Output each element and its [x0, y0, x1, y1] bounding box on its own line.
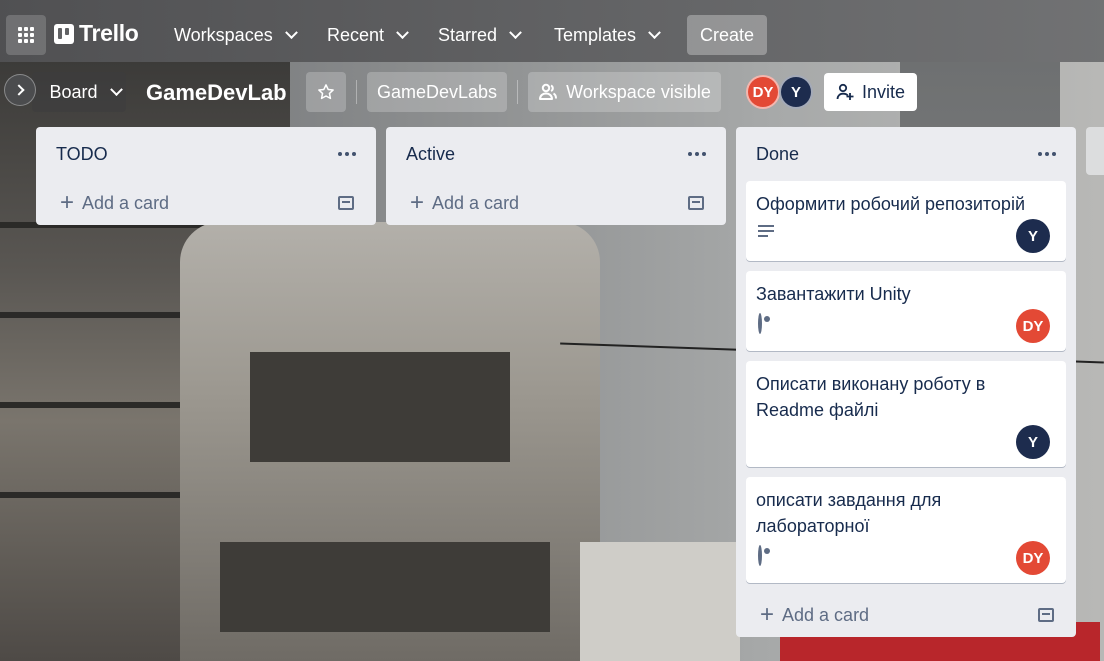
logo-text: Trello: [79, 20, 139, 46]
card[interactable]: описати завдання для лабораторної DY: [746, 477, 1066, 583]
list-title[interactable]: Active: [406, 144, 455, 165]
card-member-avatar[interactable]: Y: [1016, 219, 1050, 253]
board-view-label: Board: [49, 81, 98, 102]
chevron-down-icon: [509, 25, 522, 39]
list-header: TODO: [46, 127, 366, 181]
template-icon[interactable]: [1038, 608, 1054, 622]
template-icon[interactable]: [338, 196, 354, 210]
card-badges: Y: [756, 219, 1056, 253]
list-header: Done: [746, 127, 1066, 181]
trello-logo-icon: [54, 23, 74, 44]
nav-workspaces[interactable]: Workspaces: [168, 17, 302, 53]
list-header: Active: [396, 127, 716, 181]
card-badges: DY: [756, 309, 1056, 343]
add-card-row: + Add a card: [46, 181, 366, 225]
create-button[interactable]: Create: [687, 15, 767, 55]
card[interactable]: Оформити робочий репозиторій Y: [746, 181, 1066, 261]
star-icon: [318, 84, 334, 100]
sidebar-expand-button[interactable]: [4, 74, 36, 106]
card-title: Завантажити Unity: [756, 284, 911, 304]
card[interactable]: Описати виконану роботу в Readme файлі Y: [746, 361, 1066, 467]
card-member-avatar[interactable]: Y: [1016, 425, 1050, 459]
grid-icon: [18, 27, 34, 43]
background-building-mid: [180, 222, 600, 661]
invite-button[interactable]: Invite: [824, 73, 917, 111]
template-icon[interactable]: [688, 196, 704, 210]
add-card-button[interactable]: + Add a card: [760, 603, 869, 627]
add-person-icon: [836, 83, 854, 100]
people-icon: [539, 83, 558, 100]
add-card-row: + Add a card: [396, 181, 716, 225]
list-done: Done Оформити робочий репозиторій Y Зава…: [736, 127, 1076, 637]
background-building-right: [580, 542, 740, 661]
nav-starred[interactable]: Starred: [432, 17, 526, 53]
visibility-label: Workspace visible: [566, 81, 711, 102]
plus-icon: +: [60, 189, 75, 216]
header-divider: [517, 80, 518, 104]
card[interactable]: Завантажити Unity DY: [746, 271, 1066, 351]
member-avatar-y[interactable]: Y: [779, 75, 813, 109]
nav-templates-label: Templates: [554, 24, 637, 45]
chevron-right-icon: [12, 84, 25, 96]
chevron-down-icon: [284, 25, 298, 39]
chevron-down-icon: [396, 25, 409, 39]
add-card-label: Add a card: [782, 604, 870, 625]
plus-icon: +: [410, 189, 425, 216]
card-member-avatar[interactable]: DY: [1016, 309, 1050, 343]
invite-label: Invite: [861, 81, 906, 102]
card-badges: Y: [756, 425, 1056, 459]
chevron-down-icon: [109, 82, 123, 96]
nav-templates[interactable]: Templates: [548, 17, 665, 53]
list-title[interactable]: TODO: [56, 144, 108, 165]
add-card-button[interactable]: + Add a card: [60, 191, 169, 215]
board-view-switcher[interactable]: Board: [32, 72, 126, 112]
card-title: описати завдання для лабораторної: [756, 490, 942, 536]
member-avatar-dy[interactable]: DY: [746, 75, 780, 109]
visibility-button[interactable]: Workspace visible: [528, 72, 721, 112]
add-card-row: + Add a card: [746, 593, 1066, 637]
next-list-edge: [1086, 127, 1104, 175]
star-board-button[interactable]: [306, 72, 346, 112]
app-switcher-button[interactable]: [6, 15, 46, 55]
list-title[interactable]: Done: [756, 144, 799, 165]
nav-recent-label: Recent: [327, 24, 385, 45]
description-icon: [758, 225, 774, 237]
more-icon[interactable]: [1038, 152, 1056, 156]
card-title: Оформити робочий репозиторій: [756, 194, 1025, 214]
plus-icon: +: [760, 601, 775, 628]
add-card-button[interactable]: + Add a card: [410, 191, 519, 215]
nav-workspaces-label: Workspaces: [174, 24, 273, 45]
eye-icon: [758, 545, 762, 566]
list-todo: TODO + Add a card: [36, 127, 376, 225]
add-card-label: Add a card: [82, 192, 170, 213]
add-card-label: Add a card: [432, 192, 520, 213]
workspace-button[interactable]: GameDevLabs: [367, 72, 507, 112]
nav-recent[interactable]: Recent: [321, 17, 413, 53]
board-title[interactable]: GameDevLab: [146, 80, 287, 106]
trello-logo[interactable]: Trello: [54, 20, 139, 47]
card-badges: DY: [756, 541, 1056, 575]
card-member-avatar[interactable]: DY: [1016, 541, 1050, 575]
card-title: Описати виконану роботу в Readme файлі: [756, 374, 986, 420]
more-icon[interactable]: [338, 152, 356, 156]
top-nav: Trello Workspaces Recent Starred Templat…: [0, 0, 1104, 62]
eye-icon: [758, 313, 762, 334]
more-icon[interactable]: [688, 152, 706, 156]
nav-starred-label: Starred: [438, 24, 498, 45]
header-divider: [356, 80, 357, 104]
chevron-down-icon: [648, 25, 661, 39]
list-active: Active + Add a card: [386, 127, 726, 225]
